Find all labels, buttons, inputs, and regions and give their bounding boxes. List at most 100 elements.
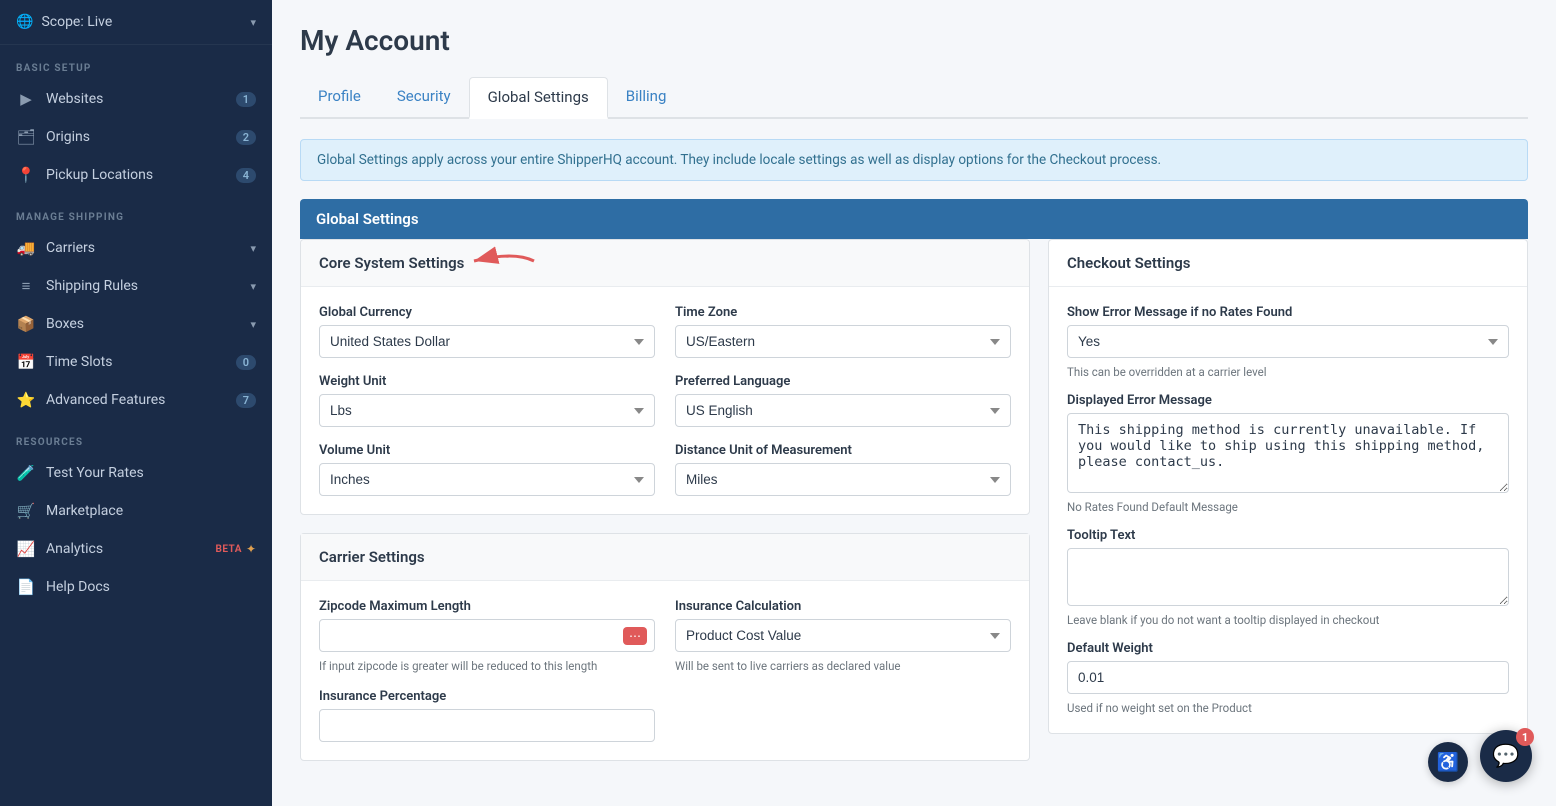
tab-profile[interactable]: Profile bbox=[300, 77, 379, 119]
global-currency-label: Global Currency bbox=[319, 305, 655, 320]
help-docs-label: Help Docs bbox=[46, 579, 256, 595]
marketplace-label: Marketplace bbox=[46, 503, 256, 519]
displayed-error-field: Displayed Error Message This shipping me… bbox=[1067, 393, 1509, 514]
core-settings-title-text: Core System Settings bbox=[319, 254, 464, 272]
insurance-calc-hint: Will be sent to live carriers as declare… bbox=[675, 659, 1011, 673]
default-weight-hint: Used if no weight set on the Product bbox=[1067, 701, 1509, 715]
boxes-icon: 📦 bbox=[16, 315, 36, 333]
default-weight-input[interactable] bbox=[1067, 661, 1509, 694]
shipping-rules-label: Shipping Rules bbox=[46, 278, 250, 294]
origins-badge: 2 bbox=[236, 130, 256, 145]
show-error-select[interactable]: Yes No bbox=[1067, 325, 1509, 358]
zipcode-max-group: Zipcode Maximum Length ⋯ If input zipcod… bbox=[319, 599, 655, 673]
sidebar-item-boxes[interactable]: 📦 Boxes ▾ bbox=[0, 305, 272, 343]
pickup-locations-badge: 4 bbox=[236, 168, 256, 183]
insurance-pct-input[interactable] bbox=[319, 709, 655, 742]
manage-shipping-section-title: MANAGE SHIPPING bbox=[0, 194, 272, 229]
scope-label: Scope: Live bbox=[41, 14, 250, 30]
default-weight-field: Default Weight Used if no weight set on … bbox=[1067, 641, 1509, 715]
sidebar-item-advanced-features[interactable]: ⭐ Advanced Features 7 bbox=[0, 381, 272, 419]
global-currency-select[interactable]: United States Dollar Euro British Pound bbox=[319, 325, 655, 358]
rules-chevron: ▾ bbox=[250, 280, 256, 293]
truck-icon: 🚚 bbox=[16, 239, 36, 257]
info-banner: Global Settings apply across your entire… bbox=[300, 139, 1528, 181]
tooltip-text-textarea[interactable] bbox=[1067, 548, 1509, 606]
sidebar: 🌐 Scope: Live ▾ BASIC SETUP ▶ Websites 1… bbox=[0, 0, 272, 806]
tab-security[interactable]: Security bbox=[379, 77, 469, 119]
insurance-pct-group: Insurance Percentage bbox=[319, 689, 655, 742]
preferred-language-group: Preferred Language US English UK English… bbox=[675, 374, 1011, 427]
core-system-settings-card: Core System Settings bbox=[300, 239, 1030, 515]
chat-badge: 1 bbox=[1516, 728, 1534, 746]
tooltip-text-label: Tooltip Text bbox=[1067, 528, 1509, 543]
distance-unit-label: Distance Unit of Measurement bbox=[675, 443, 1011, 458]
scope-selector[interactable]: 🌐 Scope: Live ▾ bbox=[0, 0, 272, 45]
tab-global-settings[interactable]: Global Settings bbox=[469, 77, 608, 119]
checkout-settings-title: Checkout Settings bbox=[1049, 240, 1527, 287]
volume-unit-group: Volume Unit Inches Centimeters bbox=[319, 443, 655, 496]
sidebar-item-pickup-locations[interactable]: 📍 Pickup Locations 4 bbox=[0, 156, 272, 194]
advanced-features-badge: 7 bbox=[236, 393, 256, 408]
preferred-language-select[interactable]: US English UK English French bbox=[675, 394, 1011, 427]
pin-icon: 📍 bbox=[16, 166, 36, 184]
help-icon: 📄 bbox=[16, 578, 36, 596]
time-zone-select[interactable]: US/Eastern US/Central US/Pacific bbox=[675, 325, 1011, 358]
advanced-features-label: Advanced Features bbox=[46, 392, 236, 408]
calendar-icon: 📅 bbox=[16, 353, 36, 371]
chat-button[interactable]: 💬 1 bbox=[1480, 730, 1532, 782]
sidebar-item-websites[interactable]: ▶ Websites 1 bbox=[0, 80, 272, 118]
annotation-arrow bbox=[464, 246, 544, 280]
time-slots-badge: 0 bbox=[236, 355, 256, 370]
accessibility-button[interactable]: ♿ bbox=[1428, 742, 1468, 782]
weight-unit-label: Weight Unit bbox=[319, 374, 655, 389]
boxes-label: Boxes bbox=[46, 316, 250, 332]
main-content: My Account Profile Security Global Setti… bbox=[272, 0, 1556, 806]
show-error-label: Show Error Message if no Rates Found bbox=[1067, 305, 1509, 320]
checkout-settings-card: Checkout Settings Show Error Message if … bbox=[1048, 239, 1528, 734]
sidebar-item-help-docs[interactable]: 📄 Help Docs bbox=[0, 568, 272, 606]
analytics-label: Analytics bbox=[46, 541, 211, 557]
chevron-down-icon: ▾ bbox=[250, 16, 256, 29]
preferred-language-label: Preferred Language bbox=[675, 374, 1011, 389]
volume-unit-label: Volume Unit bbox=[319, 443, 655, 458]
sidebar-item-shipping-rules[interactable]: ≡ Shipping Rules ▾ bbox=[0, 267, 272, 305]
volume-unit-select[interactable]: Inches Centimeters bbox=[319, 463, 655, 496]
sidebar-item-analytics[interactable]: 📈 Analytics BETA ✦ bbox=[0, 530, 272, 568]
accessibility-icon: ♿ bbox=[1437, 752, 1459, 773]
insurance-calc-group: Insurance Calculation Product Cost Value… bbox=[675, 599, 1011, 673]
sidebar-item-carriers[interactable]: 🚚 Carriers ▾ bbox=[0, 229, 272, 267]
tooltip-text-field: Tooltip Text Leave blank if you do not w… bbox=[1067, 528, 1509, 627]
websites-badge: 1 bbox=[236, 92, 256, 107]
tab-billing[interactable]: Billing bbox=[608, 77, 685, 119]
insurance-calc-label: Insurance Calculation bbox=[675, 599, 1011, 614]
zipcode-icon-btn[interactable]: ⋯ bbox=[623, 627, 647, 645]
tooltip-hint: Leave blank if you do not want a tooltip… bbox=[1067, 613, 1509, 627]
carriers-chevron: ▾ bbox=[250, 242, 256, 255]
zipcode-max-hint: If input zipcode is greater will be redu… bbox=[319, 659, 655, 673]
time-slots-label: Time Slots bbox=[46, 354, 236, 370]
cursor-icon: ▶ bbox=[16, 90, 36, 108]
beta-badge: BETA bbox=[215, 544, 242, 555]
analytics-icon: 📈 bbox=[16, 540, 36, 558]
insurance-calc-select[interactable]: Product Cost Value Declared Value None bbox=[675, 619, 1011, 652]
page-title: My Account bbox=[300, 24, 1528, 57]
zipcode-max-input[interactable] bbox=[319, 619, 655, 652]
chat-icon: 💬 bbox=[1492, 744, 1519, 769]
show-error-hint: This can be overridden at a carrier leve… bbox=[1067, 365, 1509, 379]
weight-unit-group: Weight Unit Lbs Kg bbox=[319, 374, 655, 427]
section-header: Global Settings bbox=[300, 199, 1528, 239]
sidebar-item-test-rates[interactable]: 🧪 Test Your Rates bbox=[0, 454, 272, 492]
time-zone-label: Time Zone bbox=[675, 305, 1011, 320]
sidebar-item-marketplace[interactable]: 🛒 Marketplace bbox=[0, 492, 272, 530]
star-icon: ⭐ bbox=[16, 391, 36, 409]
test-icon: 🧪 bbox=[16, 464, 36, 482]
distance-unit-group: Distance Unit of Measurement Miles Kilom… bbox=[675, 443, 1011, 496]
weight-unit-select[interactable]: Lbs Kg bbox=[319, 394, 655, 427]
distance-unit-select[interactable]: Miles Kilometers bbox=[675, 463, 1011, 496]
sidebar-item-origins[interactable]: 🗂 Origins 2 bbox=[0, 118, 272, 156]
resources-section-title: RESOURCES bbox=[0, 419, 272, 454]
globe-icon: 🌐 bbox=[16, 14, 33, 30]
analytics-star-icon: ✦ bbox=[246, 542, 256, 556]
displayed-error-textarea[interactable]: This shipping method is currently unavai… bbox=[1067, 413, 1509, 493]
sidebar-item-time-slots[interactable]: 📅 Time Slots 0 bbox=[0, 343, 272, 381]
